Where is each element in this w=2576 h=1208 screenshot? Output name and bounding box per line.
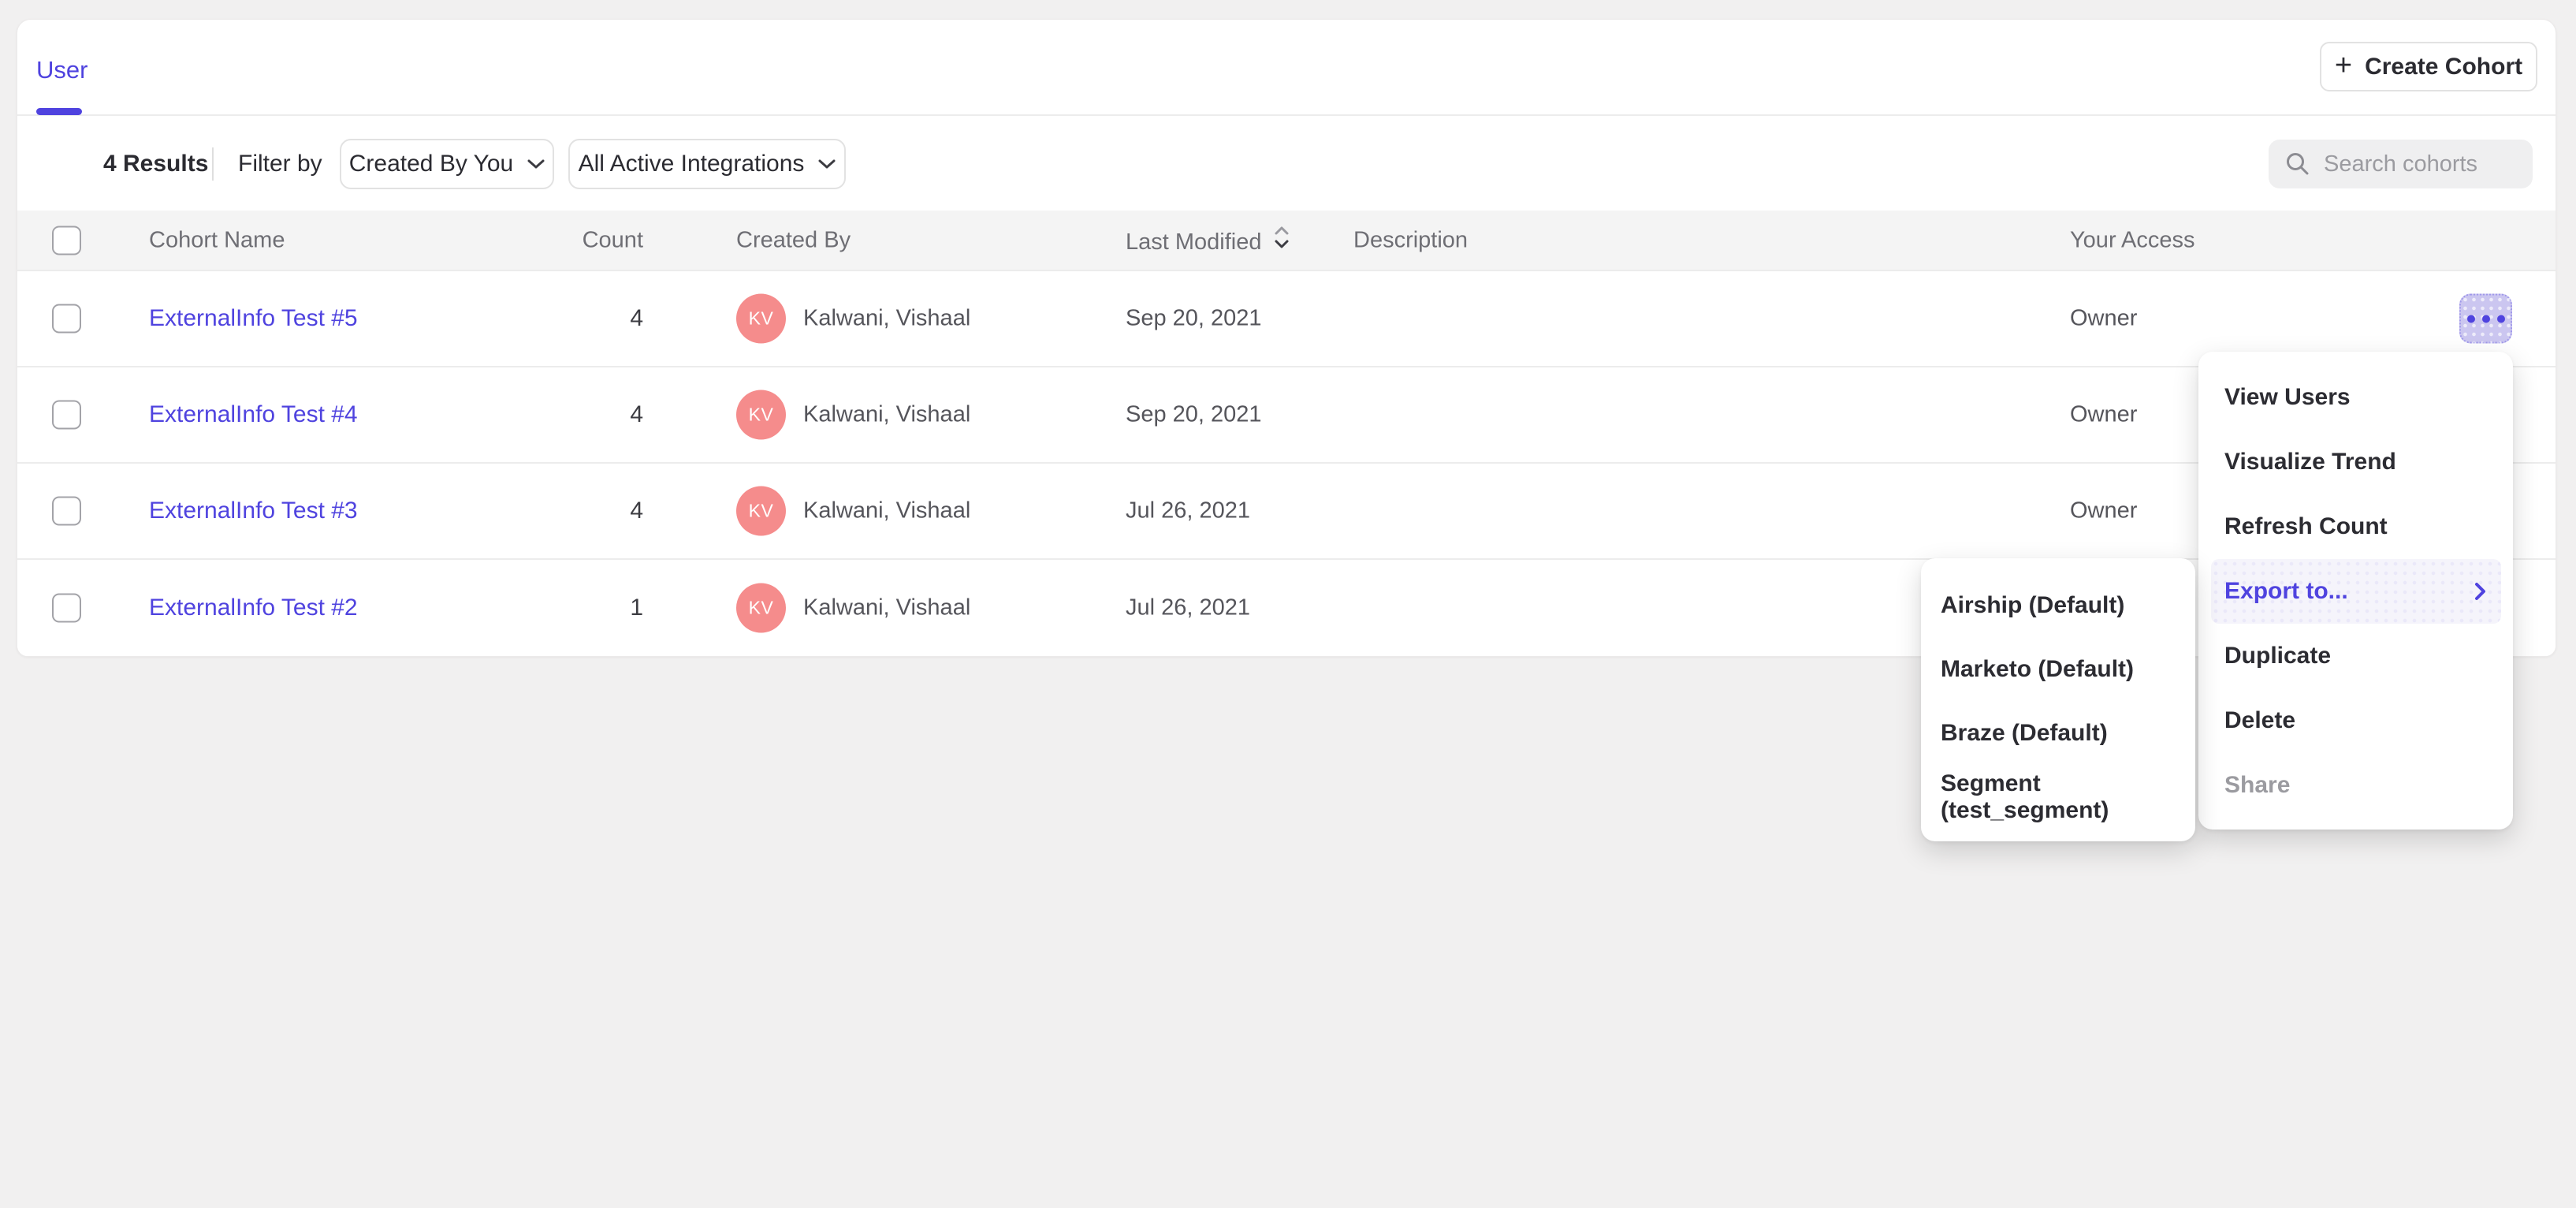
- row-checkbox[interactable]: [52, 497, 81, 526]
- created-by-name: Kalwani, Vishaal: [803, 498, 970, 524]
- submenu-item-braze[interactable]: Braze (Default): [1921, 701, 2195, 765]
- cohort-count: 4: [530, 498, 643, 524]
- menu-item-delete[interactable]: Delete: [2198, 688, 2513, 753]
- created-by-name: Kalwani, Vishaal: [803, 402, 970, 428]
- table-row[interactable]: ExternalInfo Test #5 4 KV Kalwani, Visha…: [17, 271, 2556, 367]
- tab-user[interactable]: User: [36, 56, 87, 84]
- chevron-right-icon: [2473, 581, 2487, 602]
- select-all-checkbox[interactable]: [52, 226, 81, 255]
- last-modified-date: Jul 26, 2021: [1126, 595, 1250, 621]
- export-to-label: Export to...: [2224, 578, 2348, 605]
- submenu-item-marketo[interactable]: Marketo (Default): [1921, 637, 2195, 701]
- created-by-filter-dropdown[interactable]: Created By You: [340, 139, 554, 189]
- search-placeholder: Search cohorts: [2324, 151, 2477, 177]
- menu-item-export-to[interactable]: Export to...: [2211, 559, 2501, 624]
- created-by-name: Kalwani, Vishaal: [803, 306, 970, 332]
- sort-icon[interactable]: [1273, 224, 1290, 257]
- last-modified-date: Sep 20, 2021: [1126, 402, 1262, 428]
- cohort-count: 1: [530, 595, 643, 621]
- table-row[interactable]: ExternalInfo Test #3 4 KV Kalwani, Visha…: [17, 464, 2556, 560]
- submenu-item-segment[interactable]: Segment (test_segment): [1921, 765, 2195, 829]
- row-actions-menu: View Users Visualize Trend Refresh Count…: [2198, 352, 2513, 830]
- column-header-your-access[interactable]: Your Access: [2070, 227, 2195, 253]
- export-submenu: Airship (Default) Marketo (Default) Braz…: [1921, 558, 2195, 841]
- access-value: Owner: [2070, 498, 2137, 524]
- avatar: KV: [736, 294, 786, 344]
- chevron-down-icon: [818, 158, 836, 170]
- cohort-count: 4: [530, 401, 643, 428]
- table-header: Cohort Name Count Created By Last Modifi…: [17, 211, 2556, 271]
- menu-item-refresh-count[interactable]: Refresh Count: [2198, 494, 2513, 559]
- menu-item-view-users[interactable]: View Users: [2198, 365, 2513, 430]
- tab-bar: User + Create Cohort: [17, 20, 2556, 116]
- cohort-name-link[interactable]: ExternalInfo Test #2: [149, 595, 358, 621]
- column-header-count[interactable]: Count: [530, 227, 643, 253]
- results-count: 4 Results: [103, 151, 208, 177]
- chevron-down-icon: [527, 158, 545, 170]
- integrations-filter-value: All Active Integrations: [579, 151, 805, 177]
- avatar: KV: [736, 583, 786, 633]
- integrations-filter-dropdown[interactable]: All Active Integrations: [568, 139, 846, 189]
- column-header-description[interactable]: Description: [1353, 227, 1468, 253]
- cohort-name-link[interactable]: ExternalInfo Test #3: [149, 498, 358, 524]
- row-actions-button[interactable]: [2459, 294, 2512, 344]
- search-icon: [2284, 151, 2311, 177]
- create-cohort-button[interactable]: + Create Cohort: [2320, 42, 2537, 91]
- access-value: Owner: [2070, 402, 2137, 428]
- filter-by-label: Filter by: [238, 151, 322, 177]
- table-row[interactable]: ExternalInfo Test #4 4 KV Kalwani, Visha…: [17, 367, 2556, 464]
- plus-icon: +: [2335, 50, 2352, 80]
- menu-item-visualize-trend[interactable]: Visualize Trend: [2198, 430, 2513, 494]
- cohort-count: 4: [530, 305, 643, 332]
- access-value: Owner: [2070, 306, 2137, 332]
- column-header-cohort-name[interactable]: Cohort Name: [149, 227, 285, 253]
- last-modified-date: Jul 26, 2021: [1126, 498, 1250, 524]
- menu-item-duplicate[interactable]: Duplicate: [2198, 624, 2513, 688]
- search-cohorts-input[interactable]: Search cohorts: [2269, 140, 2533, 188]
- avatar: KV: [736, 390, 786, 440]
- toolbar-divider: [212, 147, 214, 181]
- row-checkbox[interactable]: [52, 401, 81, 430]
- row-checkbox[interactable]: [52, 304, 81, 334]
- tab-active-underline: [36, 108, 82, 115]
- cohort-name-link[interactable]: ExternalInfo Test #4: [149, 401, 358, 427]
- row-checkbox[interactable]: [52, 594, 81, 623]
- column-header-last-modified[interactable]: Last Modified: [1126, 224, 1290, 257]
- created-by-name: Kalwani, Vishaal: [803, 595, 970, 621]
- menu-item-share: Share: [2198, 753, 2513, 818]
- last-modified-date: Sep 20, 2021: [1126, 306, 1262, 332]
- create-cohort-label: Create Cohort: [2365, 54, 2522, 80]
- created-by-filter-value: Created By You: [349, 151, 514, 177]
- cohorts-page: { "tabs": { "user": "User" }, "create_bu…: [0, 0, 2576, 1208]
- filter-toolbar: 4 Results Filter by Created By You All A…: [17, 117, 2556, 211]
- column-header-created-by[interactable]: Created By: [736, 227, 851, 253]
- submenu-item-airship[interactable]: Airship (Default): [1921, 573, 2195, 637]
- cohort-name-link[interactable]: ExternalInfo Test #5: [149, 305, 358, 331]
- avatar: KV: [736, 487, 786, 536]
